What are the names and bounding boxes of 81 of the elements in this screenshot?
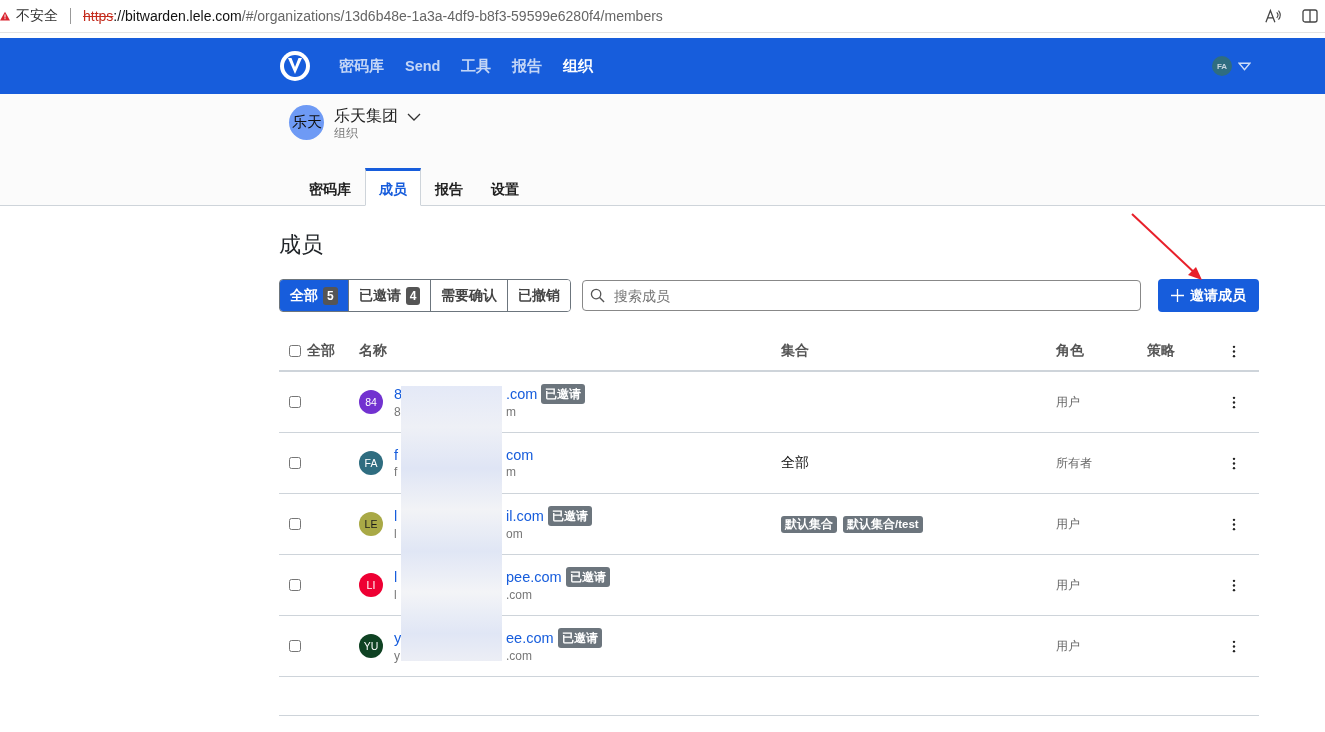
member-email: l: [394, 587, 398, 603]
member-name-link[interactable]: com: [506, 446, 534, 464]
member-email: m: [506, 404, 516, 420]
member-avatar: YU: [359, 634, 383, 658]
role-text: 用户: [1056, 515, 1081, 533]
member-avatar: LI: [359, 573, 383, 597]
member-name-link[interactable]: f: [394, 446, 402, 464]
member-name-link[interactable]: 8: [394, 385, 402, 403]
collection-tag: 默认集合/test: [843, 515, 923, 533]
address-bar-url[interactable]: https://bitwarden.lele.com/#/organizations/13d6b48e-1a3a-4df9-b8f3-59599e6280f4/members: [83, 8, 663, 24]
more-options-icon[interactable]: [1232, 639, 1236, 653]
column-header: 全部: [307, 342, 335, 360]
shield-logo[interactable]: [279, 50, 311, 82]
nav-link[interactable]: 密码库: [339, 56, 384, 76]
member-name-link[interactable]: il.com: [506, 507, 544, 525]
row-checkbox[interactable]: [289, 396, 301, 408]
more-options-icon[interactable]: [1232, 517, 1236, 531]
status-badge: 已邀请: [541, 384, 586, 404]
member-name-link[interactable]: ee.com: [506, 629, 554, 647]
member-name-link[interactable]: l: [394, 507, 402, 525]
member-email: .com: [506, 648, 532, 664]
column-header: 角色: [1056, 342, 1085, 360]
organization-type: 组织: [334, 127, 359, 139]
row-checkbox[interactable]: [289, 640, 301, 652]
member-avatar: LE: [359, 512, 383, 536]
select-all-checkbox[interactable]: [289, 345, 301, 357]
member-name-link[interactable]: l: [394, 568, 402, 586]
chevron-down-icon[interactable]: [407, 112, 421, 121]
more-options-icon[interactable]: [1232, 578, 1236, 592]
member-email: 8: [394, 404, 402, 420]
plus-icon: [1171, 289, 1184, 302]
tab[interactable]: 设置: [477, 168, 533, 206]
member-email: y: [394, 648, 401, 664]
security-label[interactable]: 不安全: [16, 7, 58, 25]
member-name-link[interactable]: .com: [506, 385, 538, 403]
search-field[interactable]: 搜索成员: [582, 280, 1142, 311]
column-header[interactable]: 名称: [359, 342, 781, 360]
member-name-link[interactable]: pee.com: [506, 568, 562, 586]
search-icon: [590, 288, 606, 303]
member-avatar: 84: [359, 390, 383, 414]
row-checkbox[interactable]: [289, 518, 301, 530]
nav-link[interactable]: 工具: [461, 56, 492, 76]
role-text: 用户: [1056, 576, 1081, 594]
column-header: 策略: [1147, 342, 1176, 360]
role-text: 所有者: [1056, 454, 1093, 472]
role-text: 用户: [1056, 393, 1081, 411]
invite-member-button[interactable]: 邀请成员: [1158, 279, 1259, 312]
filter-button[interactable]: 已撤销: [507, 280, 571, 311]
more-options-icon[interactable]: [1232, 344, 1236, 358]
filter-button[interactable]: 全部 5: [280, 280, 348, 311]
member-email: om: [506, 526, 523, 542]
more-options-icon[interactable]: [1232, 395, 1236, 409]
member-email: m: [506, 464, 516, 480]
role-text: 用户: [1056, 637, 1081, 655]
split-screen-icon[interactable]: [1301, 8, 1319, 24]
collection-tag: 默认集合: [781, 515, 837, 533]
caret-icon[interactable]: [1238, 61, 1251, 71]
status-badge: 已邀请: [557, 628, 602, 648]
account-avatar[interactable]: FA: [1212, 56, 1232, 76]
nav-link[interactable]: 组织: [563, 56, 594, 76]
status-badge: 已邀请: [547, 506, 592, 526]
nav-link[interactable]: Send: [405, 58, 441, 74]
tab[interactable]: 密码库: [295, 168, 365, 206]
row-checkbox[interactable]: [289, 457, 301, 469]
collection-text: 全部: [781, 454, 809, 472]
tab[interactable]: 成员: [365, 168, 421, 206]
organization-name[interactable]: 乐天集团: [334, 106, 398, 127]
tab[interactable]: 报告: [421, 168, 477, 206]
row-checkbox[interactable]: [289, 579, 301, 591]
nav-link[interactable]: 报告: [512, 56, 543, 76]
column-header: 集合: [781, 342, 810, 360]
member-email: l: [394, 526, 398, 542]
more-options-icon[interactable]: [1232, 456, 1236, 470]
member-email: f: [394, 464, 399, 480]
member-name-link[interactable]: y: [394, 629, 402, 647]
read-aloud-icon[interactable]: [1265, 8, 1283, 24]
organization-avatar: 乐天: [289, 105, 324, 140]
page-title: 成员: [279, 231, 324, 258]
member-avatar: FA: [359, 451, 383, 475]
status-badge: 已邀请: [565, 567, 610, 587]
member-email: .com: [506, 587, 532, 603]
